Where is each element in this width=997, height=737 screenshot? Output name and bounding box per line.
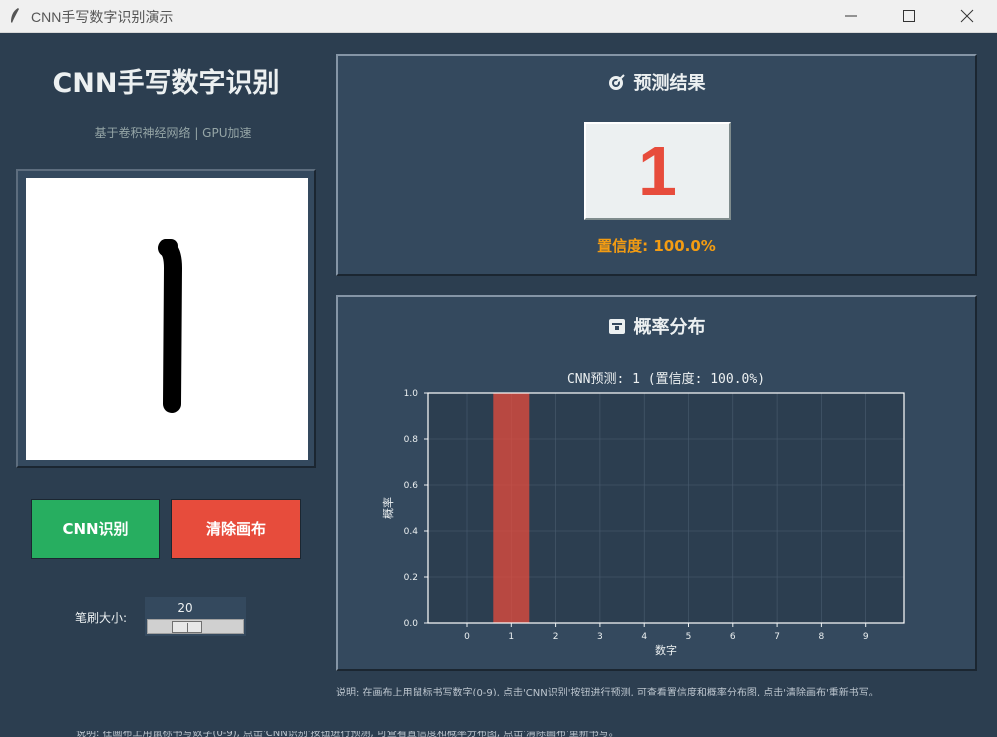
x-tick-label: 4 xyxy=(641,632,647,642)
confidence-text: 置信度: 100.0% xyxy=(597,237,716,255)
slider-thumb[interactable] xyxy=(172,621,202,633)
brush-size-label: 笔刷大小: xyxy=(75,611,128,625)
x-tick-label: 6 xyxy=(730,632,736,642)
recognize-button[interactable]: CNN识别 xyxy=(31,499,160,559)
prediction-title-text: 预测结果 xyxy=(633,73,706,94)
x-tick-label: 0 xyxy=(464,632,470,642)
slider-trough[interactable] xyxy=(147,619,244,634)
target-icon xyxy=(608,74,625,90)
predicted-digit: 1 xyxy=(638,132,677,210)
close-icon xyxy=(960,9,974,23)
x-tick-label: 8 xyxy=(819,632,825,642)
probability-chart: 0.0 0.2 0.4 0.6 0.8 1.0 0 1 2 3 4 5 6 7 8 9 CNN预测: 1 (置信… xyxy=(381,371,905,657)
minimize-button[interactable] xyxy=(822,0,880,32)
app-body: CNN手写数字识别 基于卷积神经网络 | GPU加速 CNN识别 清除画布 笔刷… xyxy=(0,33,997,737)
window-title: CNN手写数字识别演示 xyxy=(31,9,174,25)
x-tick-label: 5 xyxy=(686,632,692,642)
usage-hint-overflow: 说明: 在画布上用鼠标书写数字(0-9), 点击'CNN识别'按钮进行预测, 可… xyxy=(76,731,619,737)
prediction-panel-title: 预测结果 xyxy=(338,69,975,95)
y-tick-label: 0.4 xyxy=(404,527,419,537)
title-bar: CNN手写数字识别演示 xyxy=(0,0,997,33)
y-tick-label: 1.0 xyxy=(404,389,419,399)
minimize-icon xyxy=(845,15,857,17)
drawing-canvas-frame xyxy=(16,169,316,468)
brush-size-value: 20 xyxy=(177,601,193,615)
y-tick-label: 0.6 xyxy=(404,481,419,491)
predicted-digit-box: 1 xyxy=(584,122,731,220)
handwritten-stroke xyxy=(158,239,183,413)
chart-title: CNN预测: 1 (置信度: 100.0%) xyxy=(567,371,765,387)
y-tick-label: 0.0 xyxy=(404,619,419,629)
x-tick-label: 7 xyxy=(774,632,780,642)
usage-hint: 说明: 在画布上用鼠标书写数字(0-9), 点击'CNN识别'按钮进行预测, 可… xyxy=(336,688,879,696)
maximize-button[interactable] xyxy=(880,0,938,32)
bar-1 xyxy=(493,393,530,623)
x-tick-label: 2 xyxy=(553,632,559,642)
maximize-icon xyxy=(903,10,915,22)
x-tick-label: 9 xyxy=(863,632,869,642)
close-button[interactable] xyxy=(938,0,996,32)
x-tick-label: 3 xyxy=(597,632,603,642)
drawing-canvas[interactable] xyxy=(26,178,308,460)
app-subtitle: 基于卷积神经网络 | GPU加速 xyxy=(94,126,252,140)
prediction-panel: 预测结果 1 置信度: 100.0% xyxy=(336,54,977,276)
x-tick-label: 1 xyxy=(508,632,514,642)
clear-canvas-button[interactable]: 清除画布 xyxy=(171,499,301,559)
y-tick-label: 0.8 xyxy=(404,435,419,445)
probability-panel: 概率分布 0.0 0.2 0.4 0.6 0.8 1.0 0 1 2 3 4 5 6 7 8 9 CNN预测: … xyxy=(336,295,977,671)
y-axis-label: 概率 xyxy=(381,497,395,519)
brush-size-slider[interactable]: 20 xyxy=(145,597,246,636)
x-axis-label: 数字 xyxy=(655,643,677,657)
app-heading: CNN手写数字识别 xyxy=(52,68,280,99)
y-tick-label: 0.2 xyxy=(404,573,418,583)
feather-icon xyxy=(11,8,19,23)
